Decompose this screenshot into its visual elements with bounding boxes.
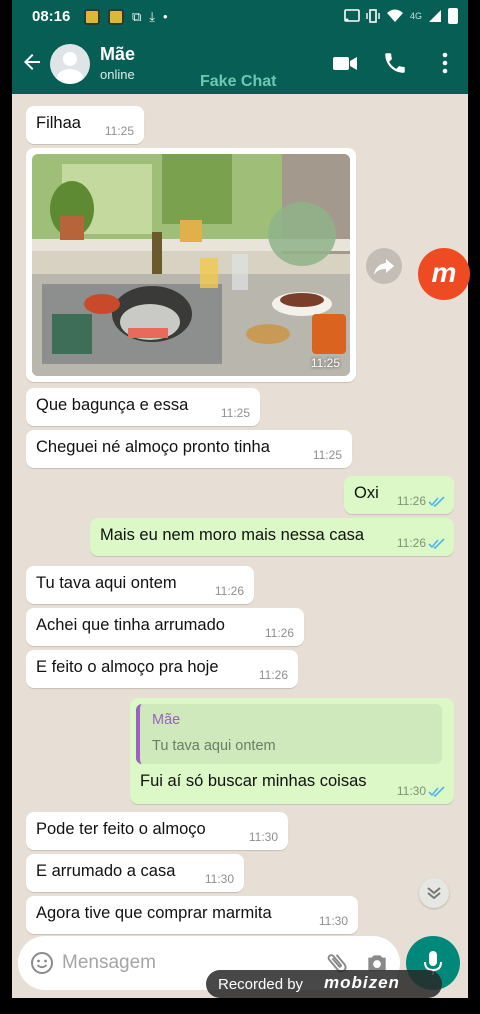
cast-icon <box>344 9 360 22</box>
vibrate-icon <box>366 9 380 23</box>
message-bubble-incoming[interactable]: Pode ter feito o almoço 11:30 <box>26 812 288 850</box>
message-list[interactable]: Filhaa 11:25 11:25 Que bagunça e essa 11… <box>12 94 468 934</box>
dot-icon: • <box>163 9 168 24</box>
message-bubble-incoming[interactable]: Cheguei né almoço pronto tinha 11:25 <box>26 430 352 468</box>
message-time: 11:25 <box>312 448 342 462</box>
message-time: 11:26 <box>264 626 294 640</box>
download-icon: ⤓ <box>149 9 156 24</box>
message-time: 11:26 <box>396 494 426 508</box>
message-bubble-incoming[interactable]: E feito o almoço pra hoje 11:26 <box>26 650 298 688</box>
recorder-brand: mobizen <box>324 973 400 992</box>
message-bubble-outgoing-reply[interactable]: Mãe Tu tava aqui ontem Fui aí só buscar … <box>130 698 454 804</box>
quoted-sender: Mãe <box>152 712 181 728</box>
image-time: 11:25 <box>310 356 340 370</box>
message-bubble-incoming[interactable]: Agora tive que comprar marmita 11:30 <box>26 896 358 934</box>
forward-icon <box>374 259 394 275</box>
chat-header: Mãe online Fake Chat <box>12 34 468 94</box>
message-time: 11:30 <box>204 872 234 886</box>
recording-watermark: Recorded by mobizen <box>206 970 442 998</box>
emoji-icon[interactable] <box>30 951 54 975</box>
message-time: 11:26 <box>396 536 426 550</box>
message-time: 11:26 <box>258 668 288 682</box>
recorded-by-text: Recorded by <box>218 976 304 993</box>
system-icons: 4G <box>344 8 458 24</box>
image-message[interactable]: 11:25 <box>26 148 356 382</box>
scroll-to-bottom-button[interactable] <box>419 878 449 908</box>
read-ticks-icon <box>428 538 445 550</box>
photo-illustration <box>32 154 350 376</box>
message-bubble-incoming[interactable]: Filhaa 11:25 <box>26 106 144 144</box>
message-text: Mais eu nem moro mais nessa casa <box>100 526 365 544</box>
mobizen-floating-button[interactable]: m <box>418 248 470 300</box>
message-time: 11:30 <box>396 784 426 798</box>
video-call-icon[interactable] <box>332 50 358 76</box>
message-bubble-incoming[interactable]: Achei que tinha arrumado 11:26 <box>26 608 304 646</box>
battery-icon <box>448 8 458 24</box>
quoted-message[interactable]: Mãe Tu tava aqui ontem <box>136 704 442 764</box>
phone-screen: 08:16 ⧉ ⤓ • 4G Mãe online Fake Chat Filh… <box>12 0 468 998</box>
back-arrow-icon[interactable] <box>20 50 44 74</box>
message-text: Achei que tinha arrumado <box>36 616 225 634</box>
notification-icons: ⧉ ⤓ • <box>84 9 168 25</box>
message-text: Fui aí só buscar minhas coisas <box>140 772 367 790</box>
message-bubble-outgoing[interactable]: Mais eu nem moro mais nessa casa 11:26 <box>90 518 454 556</box>
app-notification-icon <box>108 9 124 25</box>
app-watermark: Fake Chat <box>200 73 277 90</box>
message-time: 11:30 <box>318 914 348 928</box>
wifi-icon <box>386 9 403 22</box>
message-text: Agora tive que comprar marmita <box>36 904 272 922</box>
message-text: Tu tava aqui ontem <box>36 574 177 592</box>
signal-icon <box>429 10 441 22</box>
message-bubble-incoming[interactable]: Tu tava aqui ontem 11:26 <box>26 566 254 604</box>
double-chevron-down-icon <box>427 887 441 900</box>
avatar[interactable] <box>50 44 90 84</box>
message-text: Cheguei né almoço pronto tinha <box>36 438 270 456</box>
contact-status: online <box>100 67 135 82</box>
message-text: E feito o almoço pra hoje <box>36 658 219 676</box>
read-ticks-icon <box>428 496 445 508</box>
more-vert-icon[interactable] <box>432 50 458 76</box>
quoted-text: Tu tava aqui ontem <box>152 738 276 754</box>
app-notification-icon: ⧉ <box>132 9 142 24</box>
read-ticks-icon <box>428 786 445 798</box>
forward-button[interactable] <box>366 248 402 284</box>
message-time: 11:25 <box>220 406 250 420</box>
message-time: 11:26 <box>214 584 244 598</box>
message-text: Pode ter feito o almoço <box>36 820 206 838</box>
message-text: E arrumado a casa <box>36 862 176 880</box>
message-bubble-incoming[interactable]: Que bagunça e essa 11:25 <box>26 388 260 426</box>
message-bubble-incoming[interactable]: E arrumado a casa 11:30 <box>26 854 244 892</box>
message-text: Filhaa <box>36 114 81 132</box>
app-notification-icon <box>84 9 100 25</box>
status-bar: 08:16 ⧉ ⤓ • 4G <box>12 0 468 34</box>
message-bubble-outgoing[interactable]: Oxi 11:26 <box>344 476 454 514</box>
status-time: 08:16 <box>32 8 71 25</box>
message-text: Oxi <box>354 484 379 502</box>
default-avatar-icon <box>56 52 84 84</box>
network-type: 4G <box>409 11 422 21</box>
contact-name[interactable]: Mãe <box>100 44 135 65</box>
message-time: 11:30 <box>248 830 278 844</box>
phone-icon[interactable] <box>382 50 408 76</box>
kitchen-sink-photo[interactable]: 11:25 <box>32 154 350 376</box>
message-text: Que bagunça e essa <box>36 396 189 414</box>
message-time: 11:25 <box>104 124 134 138</box>
